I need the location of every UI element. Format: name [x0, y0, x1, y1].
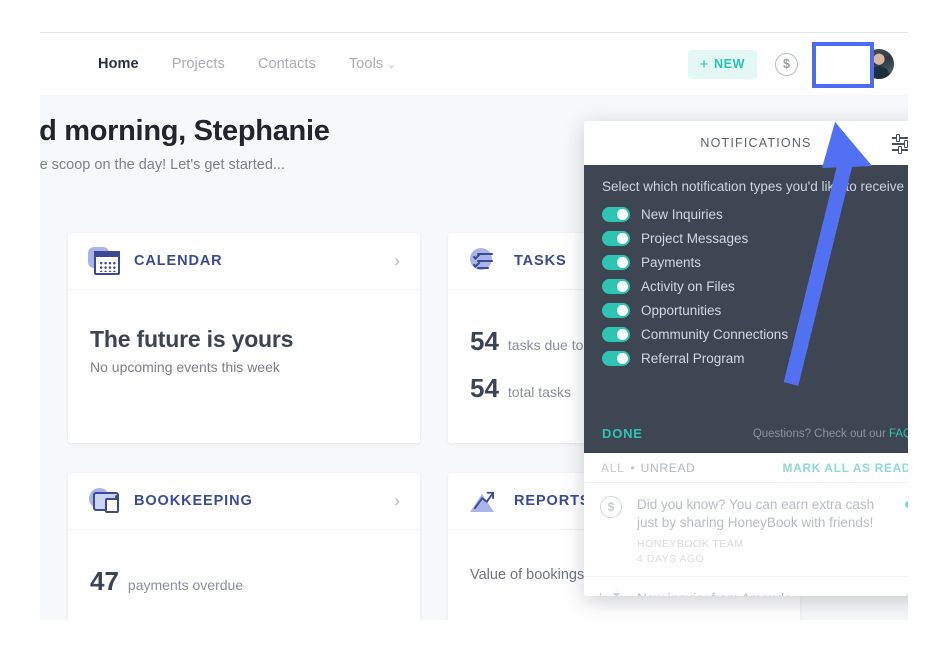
mark-all-as-read-button[interactable]: MARK ALL AS READ	[783, 461, 909, 475]
nav-item-contacts-label: Contacts	[257, 56, 316, 72]
pref-label-activity-on-files: Activity on Files	[641, 279, 735, 294]
pref-row-new-inquiries[interactable]: New Inquiries	[602, 207, 908, 222]
nav-item-contacts[interactable]: Contacts	[258, 56, 316, 72]
bookkeeping-stat-overdue: 47 payments overdue	[90, 566, 398, 597]
card-bookkeeping-header: BOOKKEEPING ›	[68, 473, 420, 530]
dollar-glyph: $	[607, 500, 615, 514]
card-bookkeeping-chevron-icon[interactable]: ›	[394, 491, 400, 511]
notification-time: 4 DAYS AGO	[637, 553, 705, 566]
reports-icon	[468, 486, 501, 516]
calendar-subline: No upcoming events this week	[90, 359, 280, 375]
notifications-panel: NOTIFICATIONS Select which notification …	[584, 121, 908, 596]
payments-overdue-label: payments overdue	[127, 577, 244, 593]
toggle-opportunities[interactable]	[602, 303, 630, 318]
nav-item-home-label: Home	[98, 56, 139, 72]
done-button[interactable]: DONE	[602, 426, 643, 441]
card-calendar[interactable]: CALENDAR › The future is yours No upcomi…	[68, 233, 420, 443]
pref-label-community-connections: Community Connections	[641, 327, 789, 342]
notification-filter-tabs: ALL • UNREAD MARK ALL AS READ	[584, 453, 908, 483]
notifications-panel-header: NOTIFICATIONS	[584, 121, 908, 165]
plus-icon: +	[699, 55, 710, 73]
preferences-footer: DONE Questions? Check out our FAQ	[602, 426, 908, 441]
card-reports-title: REPORTS	[514, 493, 591, 509]
new-button[interactable]: + NEW	[687, 49, 757, 79]
tasks-due-count: 54	[470, 326, 499, 356]
card-calendar-title: CALENDAR	[134, 253, 223, 269]
tasks-total-count: 54	[470, 373, 499, 403]
file-notification-icon	[600, 589, 624, 596]
card-bookkeeping[interactable]: BOOKKEEPING › 47 payments overdue	[68, 473, 420, 620]
notification-item-body: New inquiry from Amanda AMANDA JOHNSON'S…	[637, 590, 892, 596]
unread-indicator-dot	[905, 501, 908, 508]
dollar-circle-icon: $	[600, 496, 624, 520]
sliders-settings-icon[interactable]	[892, 134, 908, 154]
notification-source: HONEYBOOK TEAM	[637, 538, 744, 551]
bookkeeping-icon	[88, 486, 121, 516]
notifications-panel-title: NOTIFICATIONS	[700, 136, 812, 150]
pref-row-opportunities[interactable]: Opportunities	[602, 303, 908, 318]
notification-preferences-section: Select which notification types you'd li…	[584, 165, 908, 453]
toggle-project-messages[interactable]	[602, 231, 630, 246]
pref-label-project-messages: Project Messages	[641, 231, 749, 246]
annotation-highlight-box	[812, 42, 874, 88]
pref-row-project-messages[interactable]: Project Messages	[602, 231, 908, 246]
top-navigation-bar: Home Projects Contacts Tools ⌄ + NEW $	[40, 33, 908, 95]
pref-row-community-connections[interactable]: Community Connections	[602, 327, 908, 342]
nav-item-projects-label: Projects	[171, 56, 225, 72]
faq-help-text: Questions? Check out our FAQ	[753, 428, 908, 440]
toggle-community-connections[interactable]	[602, 327, 630, 342]
toggle-new-inquiries[interactable]	[602, 207, 630, 222]
nav-links: Home Projects Contacts Tools ⌄	[98, 56, 396, 72]
pref-row-referral-program[interactable]: Referral Program	[602, 351, 908, 366]
card-calendar-chevron-icon[interactable]: ›	[394, 251, 400, 271]
card-tasks-title: TASKS	[514, 253, 567, 269]
notification-item-body: Did you know? You can earn extra cash ju…	[637, 496, 892, 565]
pref-label-opportunities: Opportunities	[641, 303, 722, 318]
pref-label-payments: Payments	[641, 255, 702, 270]
toggle-referral-program[interactable]	[602, 351, 630, 366]
notification-item[interactable]: $ Did you know? You can earn extra cash …	[584, 483, 908, 578]
notification-title: Did you know? You can earn extra cash ju…	[637, 497, 875, 531]
pref-label-referral-program: Referral Program	[641, 351, 745, 366]
card-calendar-header: CALENDAR ›	[68, 233, 420, 290]
chevron-down-icon: ⌄	[387, 60, 396, 71]
pref-label-new-inquiries: New Inquiries	[641, 207, 723, 222]
screenshot-root: Home Projects Contacts Tools ⌄ + NEW $ d…	[0, 0, 950, 650]
toggle-payments[interactable]	[602, 255, 630, 270]
faq-help-label: Questions? Check out our	[752, 427, 886, 440]
nav-item-projects[interactable]: Projects	[172, 56, 225, 72]
nav-item-home[interactable]: Home	[98, 56, 139, 72]
tab-separator: •	[630, 460, 635, 475]
calendar-headline: The future is yours	[90, 326, 294, 352]
app-viewport: Home Projects Contacts Tools ⌄ + NEW $ d…	[40, 32, 908, 620]
dollar-glyph: $	[783, 57, 790, 71]
toggle-activity-on-files[interactable]	[602, 279, 630, 294]
pref-row-activity-on-files[interactable]: Activity on Files	[602, 279, 908, 294]
card-bookkeeping-body: 47 payments overdue	[68, 530, 420, 620]
tab-unread[interactable]: UNREAD	[641, 461, 696, 475]
tasks-total-label: total tasks	[507, 384, 571, 400]
calendar-icon	[88, 246, 121, 276]
card-calendar-body: The future is yours No upcoming events t…	[68, 290, 420, 443]
preferences-intro-text: Select which notification types you'd li…	[602, 179, 904, 194]
tasks-icon	[468, 246, 501, 276]
notification-item[interactable]: New inquiry from Amanda AMANDA JOHNSON'S…	[584, 577, 908, 596]
unread-indicator-dot	[905, 595, 908, 596]
nav-item-tools-label: Tools	[348, 56, 384, 72]
pref-row-payments[interactable]: Payments	[602, 255, 908, 270]
notification-title: New inquiry from Amanda	[637, 590, 892, 596]
payments-overdue-count: 47	[90, 566, 119, 596]
card-bookkeeping-title: BOOKKEEPING	[134, 493, 253, 509]
dollar-circle-icon[interactable]: $	[775, 52, 798, 76]
faq-link[interactable]: FAQ	[889, 428, 908, 440]
new-button-label: NEW	[714, 57, 745, 71]
reports-arrow-glyph	[473, 491, 494, 510]
notification-list: $ Did you know? You can earn extra cash …	[584, 483, 908, 596]
nav-item-tools[interactable]: Tools ⌄	[349, 56, 396, 72]
tab-all[interactable]: ALL	[601, 461, 624, 475]
